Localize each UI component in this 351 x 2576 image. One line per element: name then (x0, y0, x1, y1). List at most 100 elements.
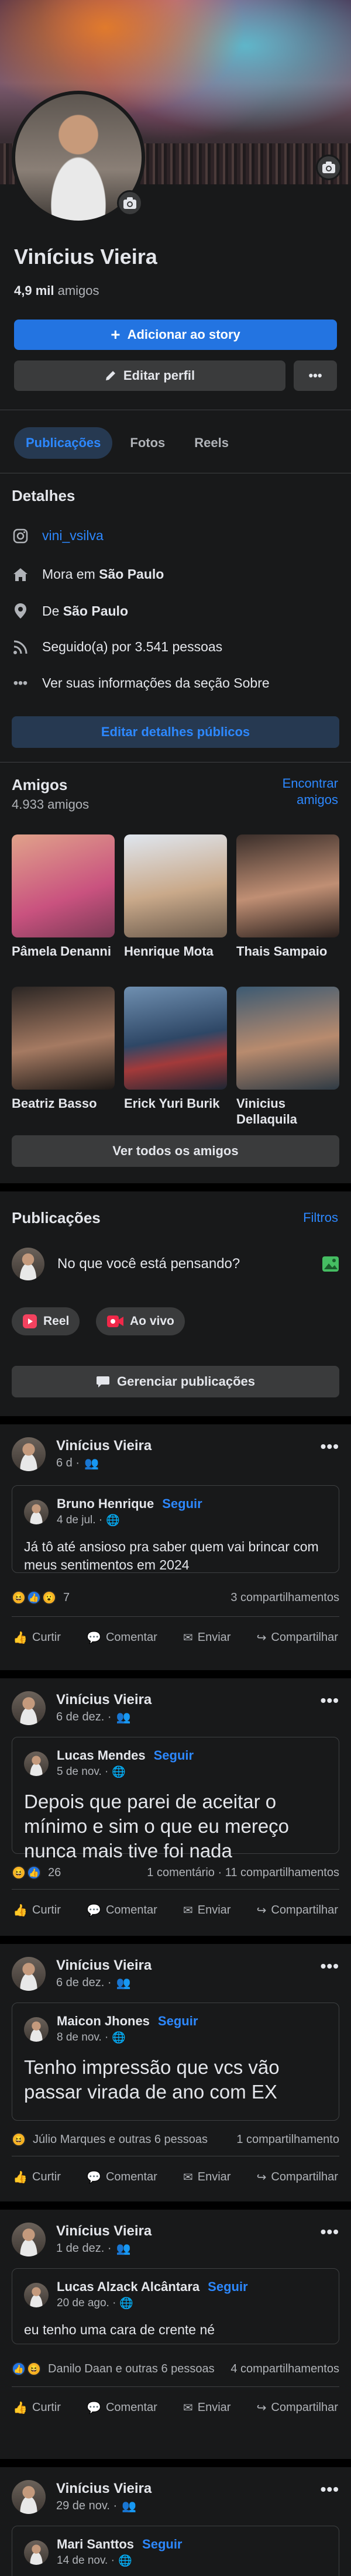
find-friends-link[interactable]: Encontrar amigos (283, 775, 338, 808)
follow-button[interactable]: Seguir (154, 1748, 194, 1763)
post-time[interactable]: 6 de dez. · (56, 1976, 112, 1990)
like-button[interactable]: 👍 Curtir (13, 2170, 61, 2185)
manage-posts-button[interactable]: Gerenciar publicações (12, 1366, 339, 1397)
post-menu-button[interactable]: ••• (321, 2223, 339, 2241)
shared-author[interactable]: Mari Santtos (57, 2537, 134, 2551)
reactions-bar[interactable]: 😆 Júlio Marques e outras 6 pessoas 1 comp… (12, 2132, 339, 2146)
post-menu-button[interactable]: ••• (321, 1957, 339, 1976)
detail-instagram[interactable]: vini_vsilva (12, 528, 104, 544)
post-menu-button[interactable]: ••• (321, 2480, 339, 2499)
send-button[interactable]: ✉ Enviar (183, 2400, 230, 2415)
shared-author[interactable]: Lucas Mendes (57, 1748, 146, 1763)
send-button[interactable]: ✉ Enviar (183, 1630, 230, 1645)
friends-word: amigos (57, 283, 99, 298)
shared-post[interactable]: Bruno Henrique Seguir 4 de jul. · 🌐 Já tô … (12, 1485, 339, 1573)
composer-prompt[interactable]: No que você está pensando? (57, 1256, 309, 1272)
share-button[interactable]: ↪ Compartilhar (257, 2400, 338, 2415)
see-all-friends-button[interactable]: Ver todos os amigos (12, 1135, 339, 1167)
follow-button[interactable]: Seguir (162, 1496, 202, 1511)
post-menu-button[interactable]: ••• (321, 1437, 339, 1456)
avatar[interactable] (12, 1691, 46, 1725)
filters-link[interactable]: Filtros (303, 1210, 338, 1225)
post-author[interactable]: Vinícius Vieira (56, 1957, 152, 1974)
shared-post[interactable]: Lucas Alzack Alcântara Seguir 20 de ago. … (12, 2268, 339, 2344)
reel-button[interactable]: Reel (12, 1307, 80, 1335)
follow-button[interactable]: Seguir (208, 2279, 247, 2294)
edit-profile-button[interactable]: Editar perfil (14, 360, 285, 391)
shared-author[interactable]: Bruno Henrique (57, 1496, 154, 1511)
comment-button[interactable]: 💬 Comentar (87, 2170, 157, 2185)
detail-see-about[interactable]: ••• Ver suas informações da seção Sobre (12, 675, 270, 691)
avatar[interactable] (12, 2223, 46, 2256)
shared-author[interactable]: Maicon Jhones (57, 2014, 150, 2028)
friend-name: Thais Sampaio (236, 944, 328, 959)
location-pin-icon (15, 603, 26, 619)
post-time[interactable]: 6 d · (56, 1457, 80, 1470)
post-menu-button[interactable]: ••• (321, 1691, 339, 1710)
send-button[interactable]: ✉ Enviar (183, 2170, 230, 2185)
shared-author[interactable]: Lucas Alzack Alcântara (57, 2279, 199, 2294)
tab-reels[interactable]: Reels (183, 427, 240, 459)
reactions-bar[interactable]: 👍 😆 Danilo Daan e outras 6 pessoas 4 compa… (12, 2362, 339, 2376)
like-button[interactable]: 👍 Curtir (13, 1630, 61, 1645)
instagram-handle[interactable]: vini_vsilva (42, 528, 104, 544)
send-button[interactable]: ✉ Enviar (183, 1903, 230, 1918)
friend-card[interactable]: Henrique Mota (124, 834, 227, 977)
reactions-bar[interactable]: 😆 👍 😮 7 3 compartilhamentos (12, 1591, 339, 1605)
post-composer[interactable]: No que você está pensando? (12, 1246, 339, 1282)
reactions-bar[interactable]: 😆 👍 26 1 comentário · 11 compartilhamentos (12, 1866, 339, 1880)
friend-card[interactable]: Erick Yuri Burik (124, 987, 227, 1129)
shared-post[interactable]: Lucas Mendes Seguir 5 de nov. · 🌐 Depois q… (12, 1737, 339, 1861)
friends-count[interactable]: 4,9 mil amigos (14, 283, 99, 298)
share-button[interactable]: ↪ Compartilhar (257, 1630, 338, 1645)
comment-button[interactable]: 💬 Comentar (87, 2400, 157, 2415)
messenger-icon: ✉ (183, 1632, 193, 1644)
comment-icon: 💬 (87, 1632, 101, 1644)
live-button[interactable]: Ao vivo (96, 1307, 185, 1335)
avatar (24, 2017, 49, 2042)
add-story-button[interactable]: + Adicionar ao story (14, 320, 337, 350)
friend-card[interactable]: Vinicius Dellaquila (236, 987, 339, 1129)
avatar[interactable] (12, 1957, 46, 1991)
friend-photo (236, 987, 339, 1090)
post-author[interactable]: Vinícius Vieira (56, 2480, 152, 2498)
friend-photo (124, 834, 227, 937)
post-author[interactable]: Vinícius Vieira (56, 1691, 152, 1709)
avatar-camera-button[interactable] (117, 190, 143, 216)
reel-icon (23, 1314, 37, 1328)
tab-fotos[interactable]: Fotos (118, 427, 177, 459)
avatar[interactable] (12, 2480, 46, 2514)
share-button[interactable]: ↪ Compartilhar (257, 1903, 338, 1918)
friend-name: Pâmela Denanni (12, 944, 111, 959)
friend-card[interactable]: Beatriz Basso (12, 987, 115, 1129)
share-label: Compartilhar (271, 1904, 338, 1916)
comment-button[interactable]: 💬 Comentar (87, 1903, 157, 1918)
post-time[interactable]: 1 de dez. · (56, 2242, 112, 2255)
post-time[interactable]: 29 de nov. · (56, 2499, 117, 2513)
detail-followers[interactable]: Seguido(a) por 3.541 pessoas (12, 639, 222, 655)
like-button[interactable]: 👍 Curtir (13, 1903, 61, 1918)
post-time[interactable]: 6 de dez. · (56, 1711, 112, 1724)
profile-avatar[interactable] (12, 91, 145, 224)
edit-public-details-button[interactable]: Editar detalhes públicos (12, 716, 339, 748)
camera-icon (322, 162, 335, 173)
pencil-icon (105, 371, 115, 380)
more-options-button[interactable]: ••• (294, 360, 337, 391)
follow-button[interactable]: Seguir (158, 2014, 198, 2028)
share-button[interactable]: ↪ Compartilhar (257, 2170, 338, 2185)
friend-photo (236, 834, 339, 937)
like-button[interactable]: 👍 Curtir (13, 2400, 61, 2415)
shared-post[interactable]: Maicon Jhones Seguir 8 de nov. · 🌐 Tenho i… (12, 2003, 339, 2121)
post-header: Vinícius Vieira 6 de dez. · 👥 (12, 1957, 152, 1991)
post-author[interactable]: Vinícius Vieira (56, 2223, 152, 2240)
post-author[interactable]: Vinícius Vieira (56, 1437, 152, 1455)
friend-card[interactable]: Thais Sampaio (236, 834, 339, 977)
cover-camera-button[interactable] (316, 154, 342, 180)
friend-card[interactable]: Pâmela Denanni (12, 834, 115, 977)
follow-button[interactable]: Seguir (142, 2537, 182, 2551)
photo-icon[interactable] (322, 1256, 339, 1272)
tab-publicacoes[interactable]: Publicações (14, 427, 113, 459)
shared-post[interactable]: Mari Santtos Seguir 14 de nov. · 🌐 (12, 2526, 339, 2576)
avatar[interactable] (12, 1437, 46, 1471)
comment-button[interactable]: 💬 Comentar (87, 1630, 157, 1645)
